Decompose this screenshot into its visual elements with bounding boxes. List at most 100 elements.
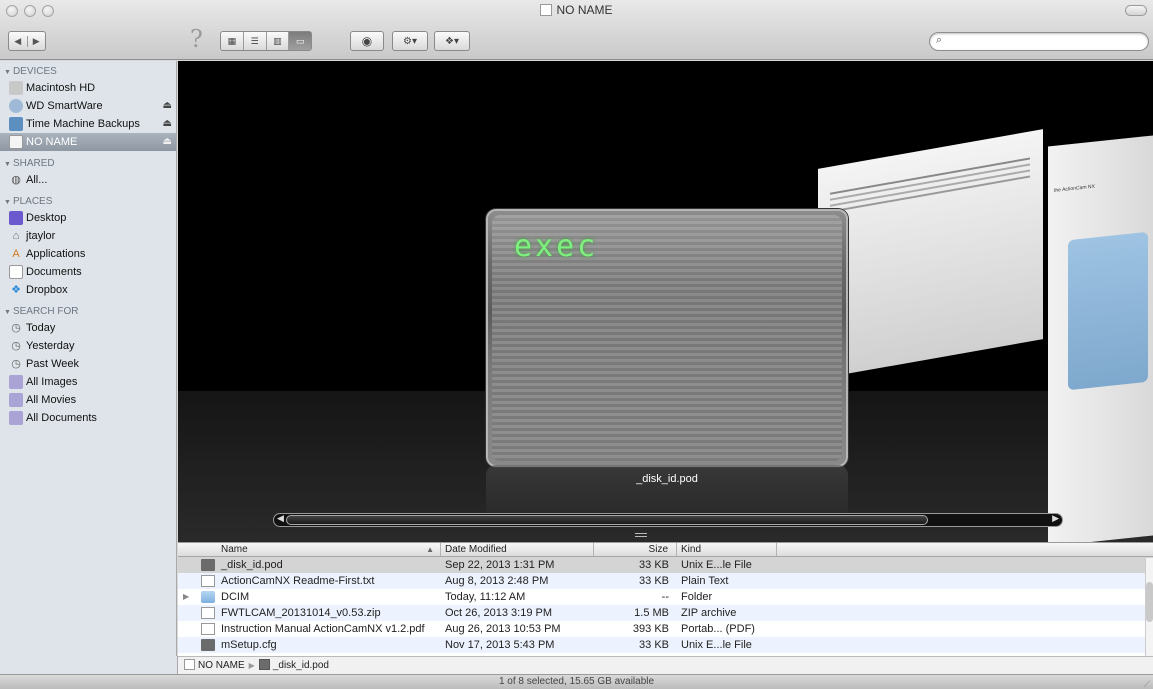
- clock-icon: ◷: [11, 322, 21, 334]
- sidebar-item-today[interactable]: ◷ Today: [0, 319, 176, 337]
- sidebar-item-documents[interactable]: Documents: [0, 263, 176, 281]
- list-scrollbar[interactable]: [1145, 558, 1153, 656]
- table-row[interactable]: Instruction Manual ActionCamNX v1.2.pdf …: [178, 621, 1153, 637]
- file-date: Today, 11:12 AM: [445, 591, 526, 603]
- file-kind: Portab... (PDF): [681, 623, 755, 635]
- eject-icon[interactable]: ⏏: [163, 97, 172, 115]
- table-row[interactable]: ActionCamNX Readme-First.txt Aug 8, 2013…: [178, 573, 1153, 589]
- exec-file-icon: [201, 559, 215, 571]
- coverflow-scrollbar[interactable]: ◀ ▶: [273, 513, 1063, 527]
- hard-drive-icon: [9, 81, 23, 95]
- file-size: --: [661, 591, 669, 603]
- sidebar-item-no-name[interactable]: NO NAME ⏏: [0, 133, 176, 151]
- column-header-kind[interactable]: Kind: [677, 543, 777, 556]
- forward-button[interactable]: ▶: [26, 35, 46, 47]
- file-name: _disk_id.pod: [221, 559, 283, 571]
- sidebar-item-all-images[interactable]: All Images: [0, 373, 176, 391]
- dropbox-menu-button[interactable]: ❖▾: [434, 31, 470, 51]
- column-view-button[interactable]: ▥: [265, 32, 289, 50]
- home-icon: ⌂: [12, 230, 20, 242]
- table-row[interactable]: _disk_id.pod Sep 22, 2013 1:31 PM 33 KB …: [178, 557, 1153, 573]
- sidebar-item-all-movies[interactable]: All Movies: [0, 391, 176, 409]
- external-disk-icon: [9, 99, 23, 113]
- folder-preview[interactable]: [1068, 231, 1148, 391]
- sidebar-header-shared[interactable]: ▼ SHARED: [0, 157, 176, 171]
- back-button[interactable]: ◀: [9, 36, 27, 47]
- list-rows: _disk_id.pod Sep 22, 2013 1:31 PM 33 KB …: [178, 557, 1153, 653]
- window-title: NO NAME: [0, 3, 1153, 17]
- folder-icon: [201, 591, 215, 603]
- volume-icon: [540, 4, 553, 16]
- action-menu-button[interactable]: ⚙▾: [392, 31, 428, 51]
- sidebar-item-all-shared[interactable]: ◍ All...: [0, 171, 176, 189]
- smart-folder-icon: [9, 375, 23, 389]
- sidebar-header-devices[interactable]: ▼ DEVICES: [0, 65, 176, 79]
- icon-view-button[interactable]: ▦: [221, 32, 243, 50]
- sidebar-item-time-machine[interactable]: Time Machine Backups ⏏: [0, 115, 176, 133]
- eject-icon[interactable]: ⏏: [163, 133, 172, 151]
- disclosure-triangle-icon: ▼: [4, 161, 11, 168]
- sidebar-header-places[interactable]: ▼ PLACES: [0, 195, 176, 209]
- resize-grip-icon[interactable]: ⟋: [1144, 677, 1150, 689]
- pdf-file-icon: [201, 623, 215, 635]
- list-view-button[interactable]: ☰: [242, 32, 266, 50]
- sidebar-item-desktop[interactable]: Desktop: [0, 209, 176, 227]
- toolbar-toggle-button[interactable]: [1125, 5, 1147, 16]
- current-cover[interactable]: exec: [486, 209, 848, 467]
- sidebar-item-past-week[interactable]: ◷ Past Week: [0, 355, 176, 373]
- path-bar: NO NAME ▶ _disk_id.pod: [178, 656, 1153, 674]
- file-date: Aug 26, 2013 10:53 PM: [445, 623, 561, 635]
- file-date: Aug 8, 2013 2:48 PM: [445, 575, 549, 587]
- table-row[interactable]: FWTLCAM_20131014_v0.53.zip Oct 26, 2013 …: [178, 605, 1153, 621]
- eye-icon: ◉: [361, 34, 373, 48]
- file-kind: Plain Text: [681, 575, 729, 587]
- desktop-icon: [9, 211, 23, 225]
- exec-file-icon: [201, 639, 215, 651]
- sidebar-item-dropbox[interactable]: ❖ Dropbox: [0, 281, 176, 299]
- zip-file-icon: [201, 607, 215, 619]
- time-machine-icon: [9, 117, 23, 131]
- list-scroll-thumb[interactable]: [1146, 582, 1153, 622]
- file-name: mSetup.cfg: [221, 639, 277, 651]
- file-name: ActionCamNX Readme-First.txt: [221, 575, 375, 587]
- path-volume[interactable]: NO NAME: [198, 660, 245, 671]
- file-name: DCIM: [221, 591, 250, 603]
- search-input[interactable]: ⌕: [929, 32, 1149, 51]
- coverflow-scroll-thumb[interactable]: [286, 515, 928, 525]
- dropbox-icon: ❖▾: [445, 35, 459, 47]
- column-header-spacer: [777, 543, 1153, 556]
- scroll-left-icon[interactable]: ◀: [277, 513, 284, 524]
- list-header: Name ▲ Date Modified Size Kind: [178, 543, 1153, 557]
- table-row[interactable]: mSetup.cfg Nov 17, 2013 5:43 PM 33 KB Un…: [178, 637, 1153, 653]
- smart-folder-icon: [9, 411, 23, 425]
- file-list: Name ▲ Date Modified Size Kind _disk_id.p…: [178, 542, 1153, 656]
- quick-look-button[interactable]: ◉: [350, 31, 384, 51]
- column-header-size[interactable]: Size: [594, 543, 677, 556]
- sidebar-item-wd-smartware[interactable]: WD SmartWare ⏏: [0, 97, 176, 115]
- sort-ascending-icon: ▲: [426, 545, 434, 554]
- sidebar-item-macintosh-hd[interactable]: Macintosh HD: [0, 79, 176, 97]
- eject-icon[interactable]: ⏏: [163, 115, 172, 133]
- text-file-icon: [201, 575, 215, 587]
- column-header-name[interactable]: Name ▲: [178, 543, 441, 556]
- file-kind: Unix E...le File: [681, 639, 752, 651]
- sidebar-item-all-documents[interactable]: All Documents: [0, 409, 176, 427]
- sidebar-item-home[interactable]: ⌂ jtaylor: [0, 227, 176, 245]
- applications-icon: A: [12, 248, 20, 260]
- smart-folder-icon: [9, 393, 23, 407]
- cover-label: _disk_id.pod: [636, 473, 698, 485]
- file-kind: Unix E...le File: [681, 559, 752, 571]
- coverflow-pane[interactable]: the ActionCam NX exec _disk_id.pod ◀ ▶: [178, 61, 1153, 542]
- sidebar-item-yesterday[interactable]: ◷ Yesterday: [0, 337, 176, 355]
- split-resize-handle[interactable]: [635, 533, 647, 537]
- disclosure-triangle-icon[interactable]: ▶: [183, 589, 189, 605]
- sidebar-item-applications[interactable]: A Applications: [0, 245, 176, 263]
- clock-icon: ◷: [11, 358, 21, 370]
- sidebar-header-search-for[interactable]: ▼ SEARCH FOR: [0, 305, 176, 319]
- table-row[interactable]: ▶ DCIM Today, 11:12 AM -- Folder: [178, 589, 1153, 605]
- text-document-preview[interactable]: [818, 129, 1043, 379]
- path-file[interactable]: _disk_id.pod: [273, 660, 329, 671]
- column-header-date[interactable]: Date Modified: [441, 543, 594, 556]
- coverflow-view-button[interactable]: ▭: [288, 32, 311, 50]
- scroll-right-icon[interactable]: ▶: [1052, 513, 1059, 524]
